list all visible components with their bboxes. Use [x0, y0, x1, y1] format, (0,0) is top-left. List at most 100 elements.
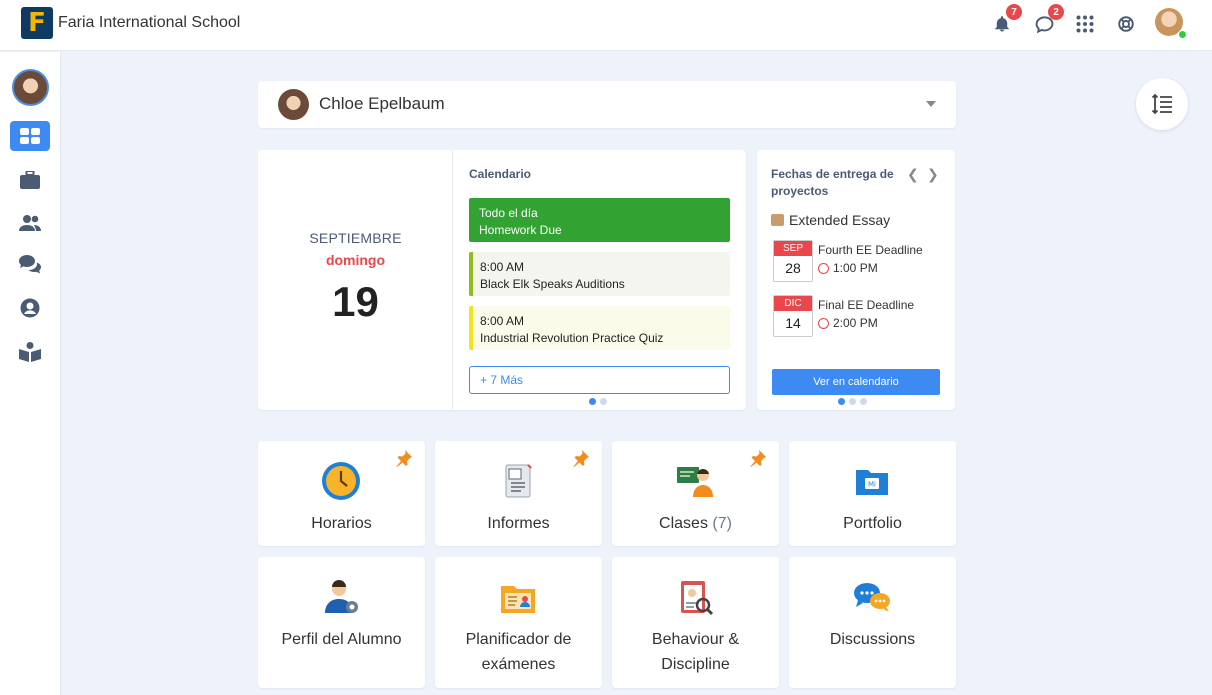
tile-label: Informes: [487, 515, 550, 532]
project-name: Extended Essay: [789, 212, 891, 228]
calendar-event[interactable]: 8:00 AM Industrial Revolution Practice Q…: [469, 306, 730, 350]
calendar-title: Calendario: [469, 167, 532, 181]
deadline-item[interactable]: SEP 28 Fourth EE Deadline 1:00 PM: [773, 240, 941, 282]
project-deadlines-card: Fechas de entrega de proyectos ❮ ❯ Exten…: [757, 150, 955, 410]
scroll-icon: [771, 214, 784, 226]
sidebar: [0, 52, 61, 695]
chevron-down-icon: [926, 101, 936, 107]
open-book-icon: [19, 342, 41, 362]
chevron-left-icon[interactable]: ❮: [907, 166, 919, 183]
clock-icon: [322, 462, 360, 500]
tile-discussions[interactable]: Discussions: [789, 557, 956, 688]
chevron-right-icon[interactable]: ❯: [927, 166, 939, 183]
chat-icon: [19, 255, 41, 274]
event-name: Industrial Revolution Practice Quiz: [480, 331, 664, 345]
pin-icon: [396, 450, 412, 467]
sidebar-item-dashboard[interactable]: [10, 121, 50, 151]
tile-planificador-examenes[interactable]: Planificador de exámenes: [435, 557, 602, 688]
project-name-row: Extended Essay: [771, 212, 890, 228]
deadline-time: 1:00 PM: [833, 261, 878, 275]
more-events-button[interactable]: + 7 Más: [469, 366, 730, 394]
student-avatar: [278, 89, 309, 120]
discussion-bubbles-icon: [854, 583, 890, 612]
alarm-clock-icon: [818, 262, 829, 274]
current-day-number: 19: [332, 278, 379, 325]
calendar-event[interactable]: Todo el día Homework Due: [469, 198, 730, 242]
deadline-month: SEP: [774, 241, 812, 256]
deadline-item[interactable]: DIC 14 Final EE Deadline 2:00 PM: [773, 295, 941, 337]
tile-perfil-alumno[interactable]: Perfil del Alumno: [258, 557, 425, 688]
pager-dot-active[interactable]: [838, 398, 845, 405]
online-status-dot: [1178, 30, 1187, 39]
current-weekday: domingo: [325, 252, 386, 268]
sidebar-student-avatar[interactable]: [12, 69, 49, 106]
event-time: 8:00 AM: [480, 314, 525, 328]
tile-label: Perfil del Alumno: [281, 631, 402, 648]
tile-informes[interactable]: Informes: [435, 441, 602, 546]
reorder-button[interactable]: [1136, 78, 1188, 130]
people-icon: [19, 215, 41, 231]
sidebar-item-people[interactable]: [10, 208, 50, 238]
tile-label: Portfolio: [843, 515, 902, 532]
calendar-card: SEPTIEMBRE domingo 19 Calendario Todo el…: [258, 150, 746, 410]
tile-label: Planificador de exámenes: [465, 631, 572, 673]
today-date-pane: SEPTIEMBRE domingo 19: [258, 150, 453, 410]
pin-icon: [750, 450, 766, 467]
tile-label-text: Clases: [659, 515, 708, 532]
exam-folder-icon: [501, 586, 535, 613]
apps-button[interactable]: [1073, 12, 1097, 36]
event-name: Black Elk Speaks Auditions: [480, 277, 625, 291]
tile-label: Clases (7): [612, 511, 779, 536]
deadline-day: 14: [785, 315, 801, 331]
notifications-badge: 7: [1006, 4, 1022, 20]
svg-text:Mi: Mi: [868, 481, 876, 489]
student-profile-icon: [325, 580, 358, 613]
sidebar-item-profile[interactable]: [10, 293, 50, 323]
folder-icon: Mi: [856, 470, 888, 495]
calendar-date-icon: SEP 28: [773, 240, 813, 282]
sort-icon: [1151, 93, 1172, 115]
tile-horarios[interactable]: Horarios: [258, 441, 425, 546]
help-button[interactable]: [1114, 12, 1138, 36]
alarm-clock-icon: [818, 317, 829, 329]
calendar-event[interactable]: 8:00 AM Black Elk Speaks Auditions: [469, 252, 730, 296]
tile-behaviour-discipline[interactable]: Behaviour & Discipline: [612, 557, 779, 688]
school-logo[interactable]: F: [21, 7, 53, 39]
view-calendar-button[interactable]: Ver en calendario: [772, 369, 940, 395]
grid-icon: [1076, 15, 1094, 33]
teacher-icon: [677, 467, 713, 497]
tile-portfolio[interactable]: Mi Portfolio: [789, 441, 956, 546]
sidebar-item-library[interactable]: [10, 337, 50, 367]
messages-button[interactable]: 2: [1032, 4, 1064, 36]
deadlines-title: Fechas de entrega de proyectos: [771, 167, 894, 198]
user-circle-icon: [20, 298, 40, 318]
deadlines-pager: [838, 398, 867, 405]
deadline-name: Fourth EE Deadline: [818, 243, 923, 257]
tile-label: Behaviour & Discipline: [651, 631, 740, 673]
tile-label: Discussions: [829, 631, 916, 648]
messages-badge: 2: [1048, 4, 1064, 20]
tile-clases[interactable]: Clases (7): [612, 441, 779, 546]
sidebar-item-briefcase[interactable]: [10, 165, 50, 195]
pin-icon: [573, 450, 589, 467]
clipboard-magnifier-icon: [681, 581, 714, 616]
event-time: Todo el día: [479, 206, 538, 220]
calendar-date-icon: DIC 14: [773, 295, 813, 337]
school-name[interactable]: Faria International School: [58, 14, 240, 32]
dashboard-icon: [20, 128, 40, 144]
notifications-button[interactable]: 7: [990, 4, 1022, 36]
deadline-time-row: 1:00 PM: [818, 261, 878, 275]
report-card-icon: [505, 464, 532, 498]
student-selector[interactable]: Chloe Epelbaum: [258, 81, 956, 128]
class-count: (7): [712, 515, 732, 532]
pager-dot[interactable]: [849, 398, 856, 405]
pager-dot[interactable]: [860, 398, 867, 405]
sidebar-item-chat[interactable]: [10, 250, 50, 280]
pager-dot[interactable]: [600, 398, 607, 405]
lifebuoy-icon: [1118, 16, 1134, 32]
pager-dot-active[interactable]: [589, 398, 596, 405]
deadline-time-row: 2:00 PM: [818, 316, 878, 330]
deadline-month: DIC: [774, 296, 812, 311]
calendar-pager: [589, 398, 607, 405]
deadline-day: 28: [785, 260, 801, 276]
